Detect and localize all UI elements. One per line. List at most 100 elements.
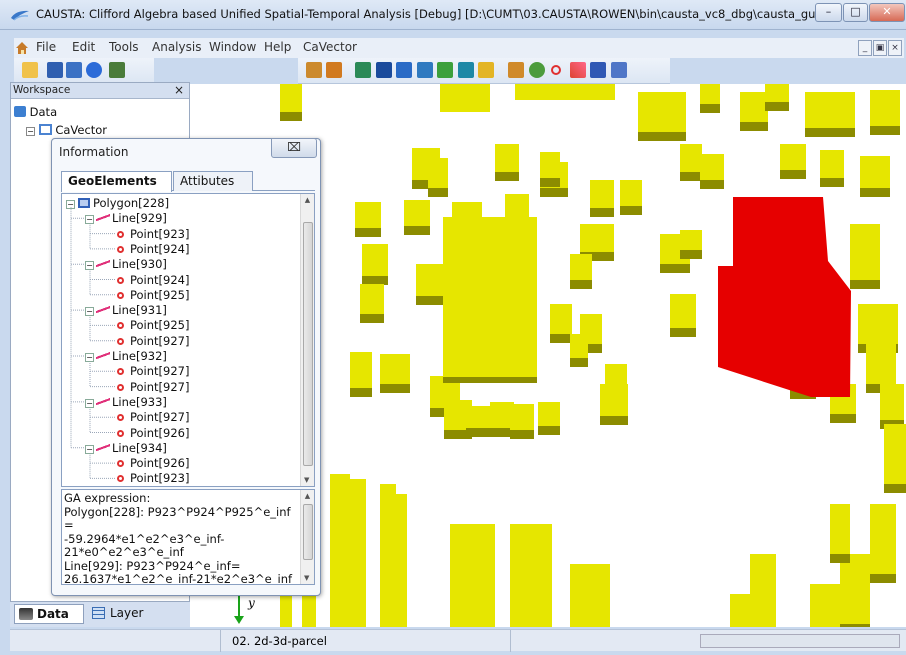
building[interactable] — [355, 202, 381, 228]
rect-tool-icon[interactable] — [396, 62, 412, 78]
menu-analysis[interactable]: Analysis — [152, 40, 201, 54]
building[interactable] — [840, 554, 870, 624]
building[interactable] — [830, 504, 850, 554]
tree-node-point[interactable]: Point[927] — [117, 334, 189, 349]
list-tool-icon[interactable] — [478, 62, 494, 78]
selected-parcel[interactable] — [718, 197, 851, 397]
building[interactable] — [620, 180, 642, 206]
collapse-toggle-icon[interactable]: − — [85, 353, 94, 362]
building[interactable] — [515, 84, 615, 100]
building[interactable] — [380, 354, 410, 384]
menu-tools[interactable]: Tools — [109, 40, 139, 54]
tab-layer[interactable]: Layer — [88, 604, 154, 624]
building[interactable] — [280, 84, 302, 112]
open-file-icon[interactable] — [22, 62, 38, 78]
grid-tool-icon[interactable] — [376, 62, 392, 78]
building[interactable] — [540, 152, 560, 178]
building[interactable] — [740, 92, 768, 122]
building[interactable] — [870, 504, 896, 574]
tree-item-cavector[interactable]: − CaVector — [26, 123, 107, 137]
line-tool-icon[interactable] — [570, 62, 586, 78]
building[interactable] — [730, 594, 750, 627]
building[interactable] — [810, 584, 840, 627]
polygon-tool-icon[interactable] — [590, 62, 606, 78]
maximize-button[interactable]: □ — [843, 3, 868, 22]
mesh-tool-icon[interactable] — [611, 62, 627, 78]
building[interactable] — [590, 180, 614, 208]
tree-node-point[interactable]: Point[923] — [117, 227, 189, 242]
building[interactable] — [404, 200, 430, 226]
building[interactable] — [510, 524, 552, 627]
network-tool-icon[interactable] — [417, 62, 433, 78]
scroll-down-icon[interactable]: ▼ — [304, 476, 309, 484]
scroll-up-icon[interactable]: ▲ — [301, 196, 314, 204]
home-layer-icon[interactable] — [508, 62, 524, 78]
menu-help[interactable]: Help — [264, 40, 291, 54]
tree-node-polygon[interactable]: − Polygon[228] — [66, 196, 169, 211]
scroll-thumb[interactable] — [303, 222, 313, 466]
tree-tool-icon[interactable] — [437, 62, 453, 78]
building[interactable] — [870, 90, 900, 126]
tree-node-point[interactable]: Point[924] — [117, 273, 189, 288]
building[interactable] — [362, 244, 388, 276]
building[interactable] — [860, 156, 890, 188]
building[interactable] — [600, 384, 628, 416]
tree-node-line[interactable]: − Line[934] — [85, 441, 167, 456]
collapse-toggle-icon[interactable]: − — [85, 307, 94, 317]
ga-scroll-up-icon[interactable]: ▲ — [301, 492, 314, 500]
tree-node-point[interactable]: Point[926] — [117, 456, 189, 471]
menu-window[interactable]: Window — [209, 40, 256, 54]
tree-node-line[interactable]: − Line[931] — [85, 303, 167, 318]
exit-icon[interactable] — [109, 62, 125, 78]
menu-cavector[interactable]: CaVector — [303, 40, 357, 54]
tree-node-point[interactable]: Point[927] — [117, 364, 189, 379]
building[interactable] — [428, 158, 448, 188]
tree-node-line[interactable]: − Line[929] — [85, 211, 167, 226]
tree-node-line[interactable]: − Line[930] — [85, 257, 167, 272]
mdi-minimize-button[interactable]: _ — [858, 40, 872, 56]
building[interactable] — [330, 474, 350, 627]
tab-geoelements[interactable]: GeoElements × — [61, 171, 172, 206]
workspace-close-button[interactable]: × — [174, 83, 184, 98]
building[interactable] — [700, 154, 724, 180]
building[interactable] — [805, 92, 855, 128]
collapse-toggle-icon[interactable]: − — [85, 261, 94, 271]
building[interactable] — [820, 150, 844, 178]
building[interactable] — [440, 84, 490, 112]
tree-node-point[interactable]: Point[927] — [117, 410, 189, 425]
building[interactable] — [495, 144, 519, 172]
pin-icon[interactable] — [326, 62, 342, 78]
building[interactable] — [570, 564, 610, 627]
home-view-icon[interactable] — [306, 62, 322, 78]
tab-data[interactable]: Data — [14, 604, 84, 624]
collapse-toggle-icon[interactable]: − — [85, 215, 94, 225]
mdi-restore-button[interactable]: ▣ — [873, 40, 887, 56]
tree-node-point[interactable]: Point[926] — [117, 426, 189, 441]
building[interactable] — [680, 230, 702, 250]
large-parcel[interactable] — [443, 217, 537, 377]
building[interactable] — [538, 402, 560, 426]
triangle-tool-icon[interactable] — [355, 62, 371, 78]
building[interactable] — [880, 384, 904, 420]
building[interactable] — [670, 294, 696, 328]
building[interactable] — [466, 406, 490, 428]
help-icon[interactable] — [86, 62, 102, 78]
tree-node-line[interactable]: − Line[932] — [85, 349, 167, 364]
save-all-icon[interactable] — [66, 62, 82, 78]
building[interactable] — [570, 334, 588, 358]
info-close-button[interactable]: ⌧ — [271, 138, 317, 158]
building[interactable] — [450, 524, 495, 627]
tree-node-point[interactable]: Point[924] — [117, 242, 189, 257]
building[interactable] — [866, 344, 896, 384]
menu-edit[interactable]: Edit — [72, 40, 95, 54]
building[interactable] — [380, 484, 396, 627]
tree-item-data[interactable]: Data — [14, 105, 57, 119]
building[interactable] — [580, 224, 614, 252]
save-icon[interactable] — [47, 62, 63, 78]
menu-file[interactable]: File — [36, 40, 56, 54]
refresh-icon[interactable] — [529, 62, 545, 78]
building[interactable] — [858, 304, 898, 344]
point-tool-icon[interactable] — [551, 65, 561, 75]
building[interactable] — [395, 494, 407, 627]
tree-node-point[interactable]: Point[925] — [117, 318, 189, 333]
